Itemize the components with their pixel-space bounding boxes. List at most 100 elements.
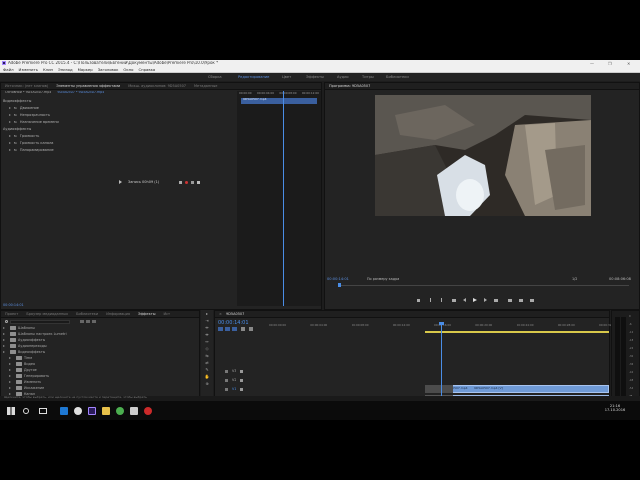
expand-icon[interactable] [9, 387, 11, 389]
workspace-editing[interactable]: Редактирование [238, 75, 269, 79]
tab-media-browser[interactable]: Браузер медиаданных [26, 312, 68, 316]
close-icon[interactable]: × [219, 312, 222, 316]
utorrent-icon[interactable] [116, 406, 124, 415]
expand-icon[interactable] [3, 327, 5, 329]
search-icon[interactable] [23, 407, 29, 414]
tab-source[interactable]: Источник: (нет клипов) [5, 84, 48, 88]
track-label[interactable]: V1 [232, 387, 236, 391]
expand-icon[interactable] [9, 120, 11, 123]
track-header-v3[interactable]: V3 [215, 367, 273, 376]
tab-sequence[interactable]: 9D5A0507 [226, 312, 244, 316]
expand-icon[interactable] [3, 339, 5, 341]
expand-icon[interactable] [9, 134, 11, 137]
razor-tool-icon[interactable]: ◇ [203, 346, 211, 352]
playhead-handle[interactable] [439, 322, 444, 325]
expand-icon[interactable] [3, 345, 5, 347]
app-icon[interactable] [130, 406, 138, 415]
quality-dropdown[interactable]: 1/2 [572, 277, 577, 281]
menu-edit[interactable]: Изменить [19, 67, 38, 72]
mute-icon[interactable] [191, 180, 195, 184]
master-clip-label[interactable]: Основной * 9D5A0507.mp4 [5, 91, 51, 95]
tab-program[interactable]: Программа: 9D5A0507 [329, 84, 370, 88]
lift-icon[interactable] [508, 298, 512, 302]
mini-clip[interactable]: 9D5A0507.mp4 [241, 98, 317, 104]
rate-stretch-tool-icon[interactable]: ↔ [203, 339, 211, 345]
workspace-audio[interactable]: Аудио [337, 75, 349, 79]
nest-icon[interactable] [218, 327, 223, 331]
tab-source[interactable]: Ист [164, 312, 171, 316]
lock-icon[interactable] [225, 370, 228, 373]
add-marker-icon[interactable] [241, 327, 245, 331]
expand-icon[interactable] [9, 106, 11, 109]
play-icon[interactable] [119, 180, 122, 184]
fx-channel-volume[interactable]: fx Громкость канала [3, 139, 235, 146]
maximize-button[interactable]: ❐ [608, 61, 612, 66]
fx-time-remapping[interactable]: fx Назначение времени [3, 118, 235, 125]
tab-libraries[interactable]: Библиотеки [76, 312, 98, 316]
menu-clip[interactable]: Клип [43, 67, 53, 72]
linked-selection-icon[interactable] [232, 327, 237, 331]
opera-icon[interactable] [144, 406, 152, 415]
program-timecode-left[interactable]: 00:00:14:01 [327, 277, 349, 281]
extract-icon[interactable] [519, 298, 523, 302]
fx-panner[interactable]: fx Панорамирование [3, 146, 235, 153]
expand-icon[interactable] [9, 381, 11, 383]
workspace-color[interactable]: Цвет [282, 75, 291, 79]
export-frame-icon[interactable] [530, 298, 534, 302]
effect-timecode[interactable]: 00:00:14:01 [3, 303, 24, 307]
tab-project[interactable]: Проект [5, 312, 18, 316]
camera-icon[interactable] [197, 180, 201, 184]
menu-help[interactable]: Справка [138, 67, 155, 72]
menu-marker[interactable]: Маркер [78, 67, 93, 72]
step-forward-icon[interactable] [484, 298, 487, 302]
expand-icon[interactable] [3, 351, 5, 353]
effect-mini-timeline[interactable]: 00:00:00 00:00:04:00 00:00:08:00 00:00:1… [237, 91, 321, 306]
accelerated-effects-icon[interactable] [80, 320, 84, 323]
menu-title[interactable]: Заголовок [98, 67, 119, 72]
sequence-clip-label[interactable]: 9D5A0507 * 9D5A0507.mp4 [57, 91, 104, 95]
premiere-taskbar-icon[interactable] [88, 406, 96, 415]
step-back-icon[interactable] [463, 298, 466, 302]
workspace-assembly[interactable]: Сборка [208, 75, 222, 79]
expand-icon[interactable] [3, 333, 5, 335]
track-header-v2[interactable]: V2 [215, 376, 273, 385]
expand-icon[interactable] [9, 393, 11, 395]
expand-icon[interactable] [9, 375, 11, 377]
menu-file[interactable]: Файл [3, 67, 14, 72]
slip-tool-icon[interactable]: ⇆ [203, 353, 211, 359]
menu-sequence[interactable]: Эпизод [58, 67, 73, 72]
play-button[interactable] [473, 298, 477, 302]
go-to-in-icon[interactable] [452, 298, 456, 302]
go-to-out-icon[interactable] [494, 298, 498, 302]
out-point-icon[interactable] [441, 298, 442, 302]
minimize-button[interactable]: — [590, 61, 594, 66]
in-point-icon[interactable] [430, 298, 431, 302]
menu-window[interactable]: Окно [123, 67, 133, 72]
32bit-effects-icon[interactable] [86, 320, 90, 323]
workspace-libraries[interactable]: Библиотеки [386, 75, 409, 79]
expand-icon[interactable] [9, 357, 11, 359]
close-button[interactable]: ✕ [627, 61, 630, 66]
workspace-titles[interactable]: Титры [362, 75, 374, 79]
pen-tool-icon[interactable]: ✎ [203, 367, 211, 373]
program-scrubber[interactable] [339, 285, 629, 286]
expand-icon[interactable] [9, 113, 11, 116]
pen-icon[interactable] [179, 180, 183, 184]
marker-icon[interactable] [417, 298, 420, 302]
fx-opacity[interactable]: fx Непрозрачность [3, 111, 235, 118]
timeline-timecode[interactable]: 00:00:14:01 [218, 320, 249, 326]
fx-volume[interactable]: fx Громкость [3, 132, 235, 139]
tab-info[interactable]: Информация [106, 312, 130, 316]
expand-icon[interactable] [9, 148, 11, 151]
transition-clip[interactable] [425, 385, 453, 393]
tab-audio-clip-mixer[interactable]: Микш. аудиоклипов: 9D5A0507 [128, 84, 186, 88]
program-playhead[interactable] [338, 283, 341, 287]
expand-icon[interactable] [9, 369, 11, 371]
fit-dropdown[interactable]: По размеру кадра [367, 277, 399, 281]
wrench-icon[interactable] [249, 327, 253, 331]
track-label[interactable]: V3 [232, 369, 236, 373]
explorer-icon[interactable] [102, 406, 110, 415]
track-select-tool-icon[interactable]: ⇥ [203, 318, 211, 324]
clock[interactable]: 21:16 17.10.2016 [600, 404, 630, 413]
edge-icon[interactable] [60, 406, 68, 415]
